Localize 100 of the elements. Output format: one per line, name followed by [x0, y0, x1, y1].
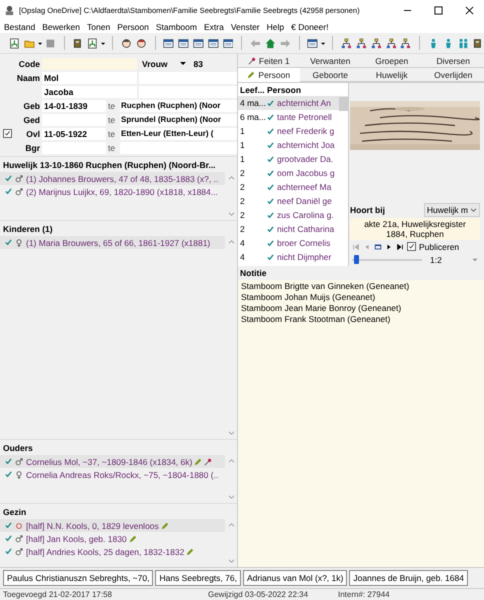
window-icon[interactable]	[208, 36, 219, 50]
pin-icon[interactable]	[204, 458, 212, 466]
person-row[interactable]: Cornelius Mol, ~37, ~1809-1846 (x1834, 6k)	[0, 455, 225, 468]
menu-item[interactable]: Bewerken	[42, 22, 80, 32]
window-icon[interactable]	[222, 36, 234, 50]
close-icon[interactable]	[465, 6, 474, 14]
tab[interactable]: Huwelijk	[361, 68, 422, 82]
person-row[interactable]: [half] Jan Kools, geb. 1830	[0, 532, 225, 545]
pedigree-icon[interactable]	[370, 36, 382, 50]
tree-icon[interactable]	[9, 36, 20, 50]
pedigree-icon[interactable]	[341, 36, 352, 50]
firstname-field[interactable]: Jacoba	[42, 86, 137, 98]
tab[interactable]: Overlijden	[422, 68, 484, 82]
pencil-icon[interactable]	[194, 458, 202, 466]
menu-item[interactable]: Venster	[230, 22, 260, 32]
maximize-icon[interactable]	[434, 6, 443, 14]
male-icon	[15, 188, 23, 196]
column-header[interactable]: Leef...	[238, 84, 267, 94]
table-row[interactable]: 2 achterneef Ma	[238, 180, 348, 194]
place-field[interactable]	[120, 142, 237, 154]
person-tab[interactable]: Paulus Christianuszn Sebreghts, ~70,	[3, 570, 154, 586]
section-title: Kinderen (1)	[2, 223, 54, 236]
caret-icon[interactable]	[180, 61, 186, 66]
tab[interactable]: Verwanten	[300, 54, 361, 68]
window-icon[interactable]	[192, 36, 204, 50]
table-row[interactable]: 4 broer Cornelis	[238, 236, 348, 250]
tab[interactable]: Diversen	[422, 54, 484, 68]
relation-name: achterneef Ma	[277, 182, 332, 192]
table-row[interactable]: 6 ma... tante Petronell	[238, 110, 348, 124]
scrollbar[interactable]	[339, 97, 348, 111]
window-icon[interactable]	[307, 36, 318, 50]
window-icon[interactable]	[178, 36, 189, 50]
last-icon[interactable]	[396, 242, 404, 250]
person-row[interactable]: [half] N.N. Kools, 0, 1829 levenloos	[0, 519, 225, 532]
media-caption[interactable]: akte 21a, Huwelijksregister 1884, Rucphen	[350, 218, 480, 240]
table-row[interactable]: 4 nicht Dijmpher	[238, 250, 348, 264]
name-field[interactable]	[139, 72, 237, 84]
relation-name: neef Daniël ge	[277, 196, 332, 206]
person-row[interactable]: (2) Marijnus Luijkx, 69, 1820-1890 (x1818, x1884...	[0, 185, 225, 198]
tab[interactable]: Groepen	[361, 54, 422, 68]
pedigree-icon[interactable]	[400, 36, 412, 50]
zoom-slider[interactable]	[354, 254, 358, 264]
person-tab[interactable]: Adrianus van Mol (x?, 1k)	[242, 570, 348, 586]
person-row[interactable]: [half] Andries Kools, 25 dagen, 1832-1832	[0, 545, 225, 558]
status-text: Toegevoegd 21-02-2017 17:58	[2, 590, 113, 599]
age-cell-text: 2	[239, 210, 246, 220]
table-row[interactable]: 1 neef Frederik g	[238, 124, 348, 138]
menu-item[interactable]: Bestand	[4, 22, 36, 32]
face-icon[interactable]	[136, 36, 147, 50]
person-number: 83	[194, 58, 203, 68]
table-row[interactable]: 1 achternicht Joa	[238, 138, 348, 152]
tab[interactable]: Persoon	[238, 68, 300, 82]
menu-item[interactable]: Help	[266, 22, 284, 32]
pedigree-icon[interactable]	[356, 36, 367, 50]
table-row[interactable]: 1 grootvader Da.	[238, 152, 348, 166]
home-icon[interactable]	[264, 36, 276, 50]
zoom-label: 1:2	[430, 254, 442, 264]
pencil-icon[interactable]	[128, 534, 137, 542]
window-icon[interactable]	[163, 36, 174, 50]
table-row[interactable]: 2 zus Carolina g.	[238, 208, 348, 222]
menu-item[interactable]: € Doneer!	[291, 22, 328, 32]
person-tab[interactable]: Hans Seebregts, 76,	[155, 570, 241, 586]
next-icon[interactable]	[385, 242, 393, 250]
checkbox[interactable]	[407, 242, 416, 251]
date-field[interactable]: 11-05-1922	[42, 128, 106, 140]
surname-field[interactable]: Mol	[42, 72, 137, 84]
belongs-label: Hoort bij	[350, 205, 385, 215]
date-field[interactable]: 14-01-1839	[42, 100, 106, 112]
person-row[interactable]: Cornelia Andreas Roks/Rockx, ~75, ~1804-1880 (..	[0, 468, 225, 481]
pencil-icon[interactable]	[160, 522, 169, 530]
place-field[interactable]: Sprundel (Rucphen) (Noor	[120, 114, 237, 126]
belongs-dropdown[interactable]: Huwelijk m	[424, 203, 480, 217]
tree-icon[interactable]	[87, 36, 98, 50]
table-row[interactable]: 2 neef Daniël ge	[238, 194, 348, 208]
menu-item[interactable]: Persoon	[117, 22, 149, 32]
place-field[interactable]: Etten-Leur (Etten-Leur) (	[120, 128, 237, 140]
column-header[interactable]: Persoon	[267, 84, 302, 94]
book-icon[interactable]	[472, 36, 484, 50]
book-icon[interactable]	[72, 36, 84, 50]
window-icon[interactable]	[374, 242, 382, 250]
table-row[interactable]: 2 nicht Catharina	[238, 222, 348, 236]
check-icon	[5, 239, 12, 246]
table-row[interactable]: 4 ma... achternicht An	[238, 96, 348, 110]
menu-item[interactable]: Extra	[204, 22, 224, 32]
menu-item[interactable]: Stamboom	[156, 22, 197, 32]
pedigree-icon[interactable]	[386, 36, 396, 50]
pencil-icon[interactable]	[186, 548, 194, 556]
face-icon[interactable]	[120, 36, 132, 50]
notes-field[interactable]: Stamboom Brigtte van Ginneken (Geneanet) Stamboom Johan Muijs (Geneanet) Stamboom Jean Marie Bonroy (Geneanet) Stamboom Frank Stootman (Geneanet)	[238, 280, 484, 567]
place-field[interactable]: Rucphen (Rucphen) (Noor	[120, 100, 237, 112]
menu-item[interactable]: Tonen	[87, 22, 110, 32]
table-row[interactable]: 2 oom Jacobus g	[238, 166, 348, 180]
person-row[interactable]: (1) Johannes Brouwers, 47 of 48, 1835-1883 (x?, ..	[0, 172, 225, 185]
person-row[interactable]: (1) Maria Brouwers, 65 of 66, 1861-1927 (x1881)	[0, 236, 225, 249]
person-name: Cornelius Mol, ~37, ~1809-1846 (x1834, 6k)	[26, 456, 192, 466]
name-field[interactable]	[139, 86, 237, 98]
relation-name: nicht Catharina	[277, 224, 334, 234]
tab[interactable]: Geboorte	[300, 68, 361, 82]
person-tab[interactable]: Joannes de Bruijn, geb. 1684	[349, 570, 468, 586]
checkbox[interactable]	[3, 129, 12, 138]
